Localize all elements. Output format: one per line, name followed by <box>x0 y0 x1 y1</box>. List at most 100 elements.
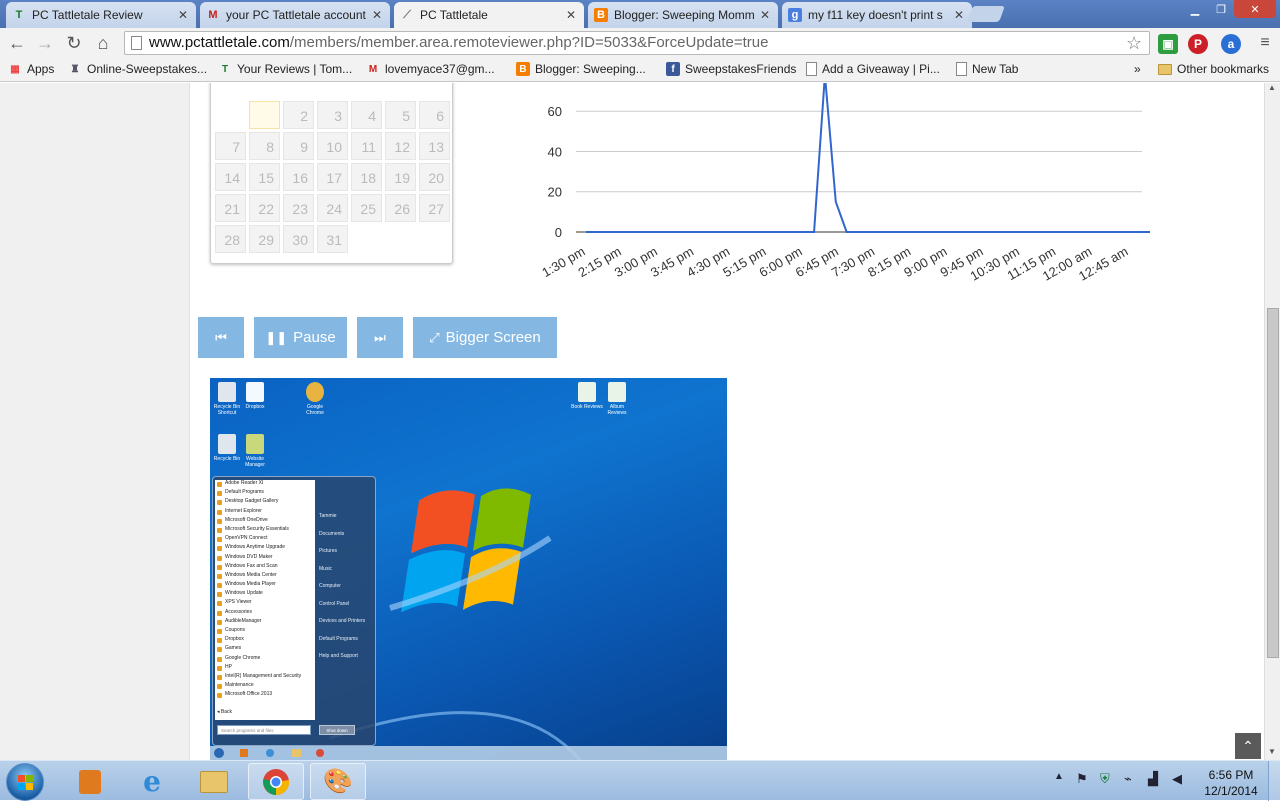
calendar-day[interactable]: 24 <box>317 194 348 222</box>
calendar-day[interactable]: 6 <box>419 101 450 129</box>
desktop-icon-google-chrome[interactable]: Google Chrome <box>298 382 332 416</box>
start-menu-program[interactable]: Microsoft Office 2013 <box>215 691 315 700</box>
calendar-day[interactable]: 26 <box>385 194 416 222</box>
network-signal-icon[interactable]: ▟ <box>1148 771 1158 787</box>
calendar-day[interactable]: 25 <box>351 194 382 222</box>
start-menu-right-item[interactable]: Control Panel <box>319 601 373 619</box>
start-menu-program[interactable]: Coupons <box>215 627 315 636</box>
calendar-day[interactable]: 5 <box>385 101 416 129</box>
maximize-button[interactable]: ❐ <box>1208 0 1234 18</box>
start-menu-right-item[interactable]: Help and Support <box>319 653 373 671</box>
previous-button[interactable]: ⏮ <box>198 317 244 358</box>
start-menu-back[interactable]: ◂ Back <box>217 709 232 715</box>
remote-screen-viewer[interactable]: Recycle Bin Shortcut Dropbox Google Chro… <box>210 378 727 760</box>
forward-arrow-icon[interactable]: → <box>34 32 56 54</box>
calendar-day[interactable]: 9 <box>283 132 314 160</box>
calendar-day[interactable]: 18 <box>351 163 382 191</box>
start-menu-program[interactable]: Intel(R) Management and Security <box>215 673 315 682</box>
calendar-day[interactable]: 29 <box>249 225 280 253</box>
calendar-day[interactable]: 31 <box>317 225 348 253</box>
scroll-up-arrow-icon[interactable]: ▲ <box>1268 83 1276 92</box>
home-icon[interactable]: ⌂ <box>92 32 114 54</box>
new-tab-button[interactable] <box>967 6 1005 22</box>
start-menu-right-item[interactable]: Computer <box>319 583 373 601</box>
page-scrollbar[interactable]: ▲ ▼ <box>1264 83 1280 760</box>
calendar-day[interactable]: 10 <box>317 132 348 160</box>
bookmark-sweepstakesfriends[interactable]: f SweepstakesFriends <box>666 62 796 76</box>
pinterest-icon[interactable]: P <box>1188 34 1208 54</box>
reload-icon[interactable]: ↻ <box>63 32 85 54</box>
start-menu-program[interactable]: HP <box>215 664 315 673</box>
start-menu-program[interactable]: Games <box>215 645 315 654</box>
bookmark-gmail[interactable]: M lovemyace37@gm... <box>366 62 495 76</box>
taskbar-media-player[interactable] <box>62 763 118 800</box>
calendar-day[interactable]: 11 <box>351 132 382 160</box>
bookmark-online-sweepstakes[interactable]: ♜ Online-Sweepstakes... <box>68 62 207 76</box>
start-menu-right-item[interactable]: Devices and Printers <box>319 618 373 636</box>
tab-pc-tattletale-review[interactable]: T PC Tattletale Review ✕ <box>6 2 196 28</box>
start-menu-program[interactable]: Accessories <box>215 609 315 618</box>
extension-icon[interactable]: ▣ <box>1158 34 1178 54</box>
calendar-day[interactable]: 16 <box>283 163 314 191</box>
calendar-day[interactable]: 4 <box>351 101 382 129</box>
scroll-down-arrow-icon[interactable]: ▼ <box>1268 747 1276 756</box>
calendar-day[interactable]: 30 <box>283 225 314 253</box>
calendar-day[interactable]: 3 <box>317 101 348 129</box>
close-icon[interactable]: ✕ <box>760 8 770 22</box>
show-hidden-icons-chevron[interactable]: ▲ <box>1054 771 1064 782</box>
calendar-day[interactable]: 19 <box>385 163 416 191</box>
start-menu-program[interactable]: Windows Media Center <box>215 572 315 581</box>
account-icon[interactable]: a <box>1221 34 1241 54</box>
start-menu-program[interactable]: Windows Media Player <box>215 581 315 590</box>
desktop-icon-website-manager[interactable]: Website Manager <box>238 434 272 468</box>
bookmark-blogger[interactable]: B Blogger: Sweeping... <box>516 62 646 76</box>
volume-speaker-icon[interactable]: ◀ <box>1172 771 1182 787</box>
minimize-button[interactable]: ▁ <box>1182 0 1208 18</box>
start-menu-program[interactable]: Windows Update <box>215 590 315 599</box>
start-menu-right-item[interactable]: Default Programs <box>319 636 373 654</box>
calendar-day[interactable]: 20 <box>419 163 450 191</box>
back-arrow-icon[interactable]: ← <box>6 32 28 54</box>
start-menu-search-field[interactable]: Search programs and files <box>217 725 311 735</box>
taskbar-paint[interactable]: 🎨 <box>310 763 366 800</box>
calendar-day[interactable]: 12 <box>385 132 416 160</box>
close-window-button[interactable]: ✕ <box>1234 0 1276 18</box>
close-icon[interactable]: ✕ <box>178 8 188 22</box>
calendar-day[interactable]: 27 <box>419 194 450 222</box>
calendar-day[interactable]: 14 <box>215 163 246 191</box>
bookmark-new-tab[interactable]: New Tab <box>956 62 1018 76</box>
start-menu-program[interactable]: Adobe Reader XI <box>215 480 315 489</box>
calendar-day[interactable]: 7 <box>215 132 246 160</box>
start-menu-program[interactable]: Internet Explorer <box>215 508 315 517</box>
start-menu-program[interactable]: XPS Viewer <box>215 599 315 608</box>
scrollbar-thumb[interactable] <box>1267 308 1279 658</box>
desktop-icon-album-reviews[interactable]: Album Reviews <box>600 382 634 416</box>
show-desktop-button[interactable] <box>1268 761 1280 801</box>
taskbar-chrome[interactable] <box>248 763 304 800</box>
start-menu-program[interactable]: AudibleManager <box>215 618 315 627</box>
calendar-day[interactable]: 2 <box>283 101 314 129</box>
power-plug-icon[interactable]: ⌁ <box>1124 771 1132 787</box>
other-bookmarks[interactable]: Other bookmarks <box>1158 62 1269 76</box>
calendar-day[interactable]: 17 <box>317 163 348 191</box>
start-menu-program[interactable]: Windows Fax and Scan <box>215 563 315 572</box>
shut-down-button[interactable]: Shut down <box>319 725 355 735</box>
security-shield-icon[interactable]: ⛨ <box>1100 771 1110 787</box>
start-menu-right-item[interactable]: Documents <box>319 531 373 549</box>
start-menu-program[interactable]: Windows DVD Maker <box>215 554 315 563</box>
start-menu-program[interactable]: Microsoft Security Essentials <box>215 526 315 535</box>
address-bar[interactable]: www.pctattletale.com/members/member.area… <box>124 31 1150 55</box>
bookmarks-overflow-chevron[interactable]: » <box>1134 62 1141 76</box>
start-menu-program[interactable]: Windows Anytime Upgrade <box>215 544 315 553</box>
calendar-day-today[interactable] <box>249 101 280 129</box>
calendar-day[interactable]: 15 <box>249 163 280 191</box>
start-menu-program[interactable]: Desktop Gadget Gallery <box>215 498 315 507</box>
tab-blogger[interactable]: B Blogger: Sweeping Momm ✕ <box>588 2 778 28</box>
start-menu-right-item[interactable]: Music <box>319 566 373 584</box>
pause-button[interactable]: ❚❚ Pause <box>254 317 347 358</box>
start-menu-program[interactable]: Google Chrome <box>215 655 315 664</box>
close-icon[interactable]: ✕ <box>372 8 382 22</box>
system-clock[interactable]: 6:56 PM 12/1/2014 <box>1196 767 1266 799</box>
start-menu-right-item[interactable]: Pictures <box>319 548 373 566</box>
bookmark-your-reviews[interactable]: T Your Reviews | Tom... <box>218 62 352 76</box>
